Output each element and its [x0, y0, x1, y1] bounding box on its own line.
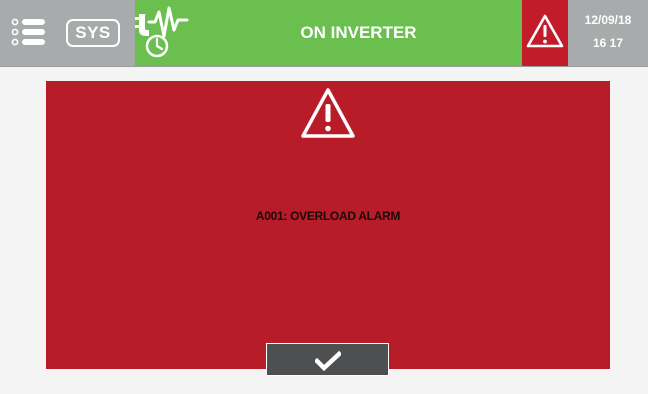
checkmark-icon — [315, 351, 341, 371]
confirm-button[interactable] — [266, 343, 389, 376]
menu-list-icon — [11, 18, 45, 46]
ups-screen: SYS ON INVERTER 12/09/18 16 17 A001: OVE… — [0, 0, 648, 394]
plug-waveform-clock-icon — [135, 4, 195, 62]
menu-button[interactable] — [6, 15, 48, 51]
alarm-message: A001: OVERLOAD ALARM — [255, 209, 401, 223]
warning-triangle-icon — [526, 14, 564, 48]
alarm-dialog: A001: OVERLOAD ALARM — [46, 81, 610, 369]
top-bar: SYS ON INVERTER 12/09/18 16 17 — [0, 0, 648, 67]
date-text: 12/09/18 — [584, 13, 632, 27]
status-text: ON INVERTER — [300, 23, 417, 42]
time-text: 16 17 — [592, 36, 624, 50]
datetime-display: 12/09/18 16 17 — [568, 0, 648, 66]
status-area: ON INVERTER — [135, 0, 522, 66]
sys-button[interactable]: SYS — [66, 19, 120, 47]
warning-triangle-icon — [301, 88, 355, 138]
alarm-button[interactable] — [522, 0, 568, 66]
